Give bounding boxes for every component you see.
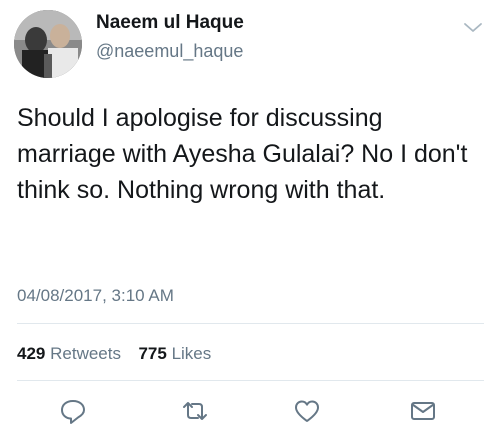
chevron-down-icon[interactable] <box>462 18 484 36</box>
divider <box>17 380 484 381</box>
user-handle[interactable]: @naeemul_haque <box>96 41 243 62</box>
retweets-stat[interactable]: 429 Retweets <box>17 344 126 363</box>
heart-icon[interactable] <box>292 397 322 425</box>
likes-label: Likes <box>171 344 212 363</box>
tweet-card: Naeem ul Haque @naeemul_haque Should I a… <box>0 0 500 437</box>
display-name[interactable]: Naeem ul Haque <box>96 12 244 34</box>
tweet-text: Should I apologise for discussing marria… <box>17 104 468 204</box>
likes-count: 775 <box>138 344 167 363</box>
retweet-icon[interactable] <box>180 397 210 425</box>
tweet-timestamp[interactable]: 04/08/2017, 3:10 AM <box>17 286 174 306</box>
likes-stat[interactable]: 775 Likes <box>138 344 211 363</box>
divider <box>17 323 484 324</box>
envelope-icon[interactable] <box>408 397 438 425</box>
retweets-count: 429 <box>17 344 46 363</box>
retweets-label: Retweets <box>50 344 121 363</box>
tweet-stats: 429 Retweets 775 Likes <box>17 344 211 364</box>
reply-icon[interactable] <box>58 397 88 425</box>
avatar[interactable] <box>14 10 82 78</box>
